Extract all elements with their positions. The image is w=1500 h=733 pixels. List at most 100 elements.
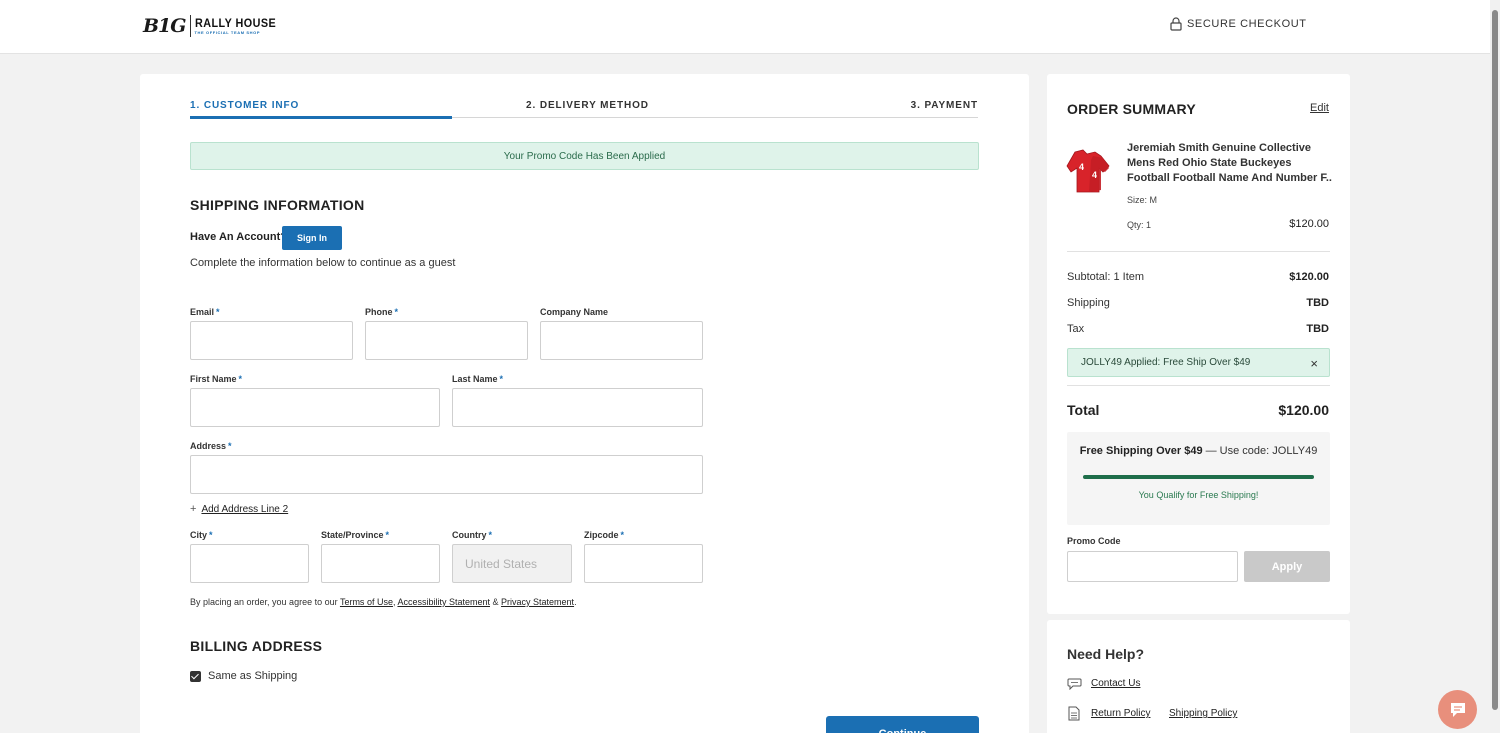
guest-instructions: Complete the information below to contin…: [190, 257, 456, 269]
tax-value: TBD: [1306, 323, 1329, 335]
required-mark: *: [216, 307, 220, 317]
required-mark: *: [620, 530, 625, 540]
secure-checkout: SECURE CHECKOUT: [1170, 17, 1307, 31]
order-summary-title: ORDER SUMMARY: [1067, 101, 1196, 117]
email-field[interactable]: [190, 321, 353, 360]
need-help-card: Need Help? Contact Us Return Policy Ship…: [1047, 620, 1350, 733]
country-label-text: Country: [452, 530, 487, 540]
free-shipping-qualify-text: You Qualify for Free Shipping!: [1138, 490, 1259, 500]
terms-end: .: [574, 597, 577, 607]
b1g-logo-mark: B1G: [143, 15, 187, 37]
address-field[interactable]: [190, 455, 703, 494]
product-size: Size: M: [1127, 195, 1158, 205]
coupon-text: JOLLY49 Applied: Free Ship Over $49: [1081, 357, 1251, 368]
promo-applied-banner: Your Promo Code Has Been Applied: [190, 142, 979, 170]
step-delivery-method[interactable]: 2. DELIVERY METHOD: [526, 100, 649, 111]
required-mark: *: [385, 530, 390, 540]
same-as-shipping-option[interactable]: Same as Shipping: [190, 670, 297, 682]
shipping-policy-link[interactable]: Shipping Policy: [1169, 708, 1237, 719]
scrollbar[interactable]: [1490, 0, 1500, 733]
city-label-text: City: [190, 530, 208, 540]
rally-house-logo[interactable]: B1G RALLY HOUSE THE OFFICIAL TEAM SHOP: [143, 14, 285, 38]
state-field[interactable]: [321, 544, 440, 583]
scrollbar-thumb[interactable]: [1492, 10, 1498, 710]
checkout-form-card: 1. CUSTOMER INFO 2. DELIVERY METHOD 3. P…: [140, 74, 1029, 733]
company-label: Company Name: [540, 307, 608, 317]
chat-icon: [1450, 702, 1465, 717]
add-address-line-2[interactable]: + Add Address Line 2: [190, 503, 288, 515]
jersey-number: 4: [1079, 162, 1084, 172]
zipcode-label-text: Zipcode: [584, 530, 619, 540]
summary-divider: [1067, 385, 1330, 386]
contact-us-link[interactable]: Contact Us: [1091, 678, 1140, 689]
total-label: Total: [1067, 402, 1100, 418]
logo-text: RALLY HOUSE THE OFFICIAL TEAM SHOP: [195, 17, 285, 35]
applied-coupon: JOLLY49 Applied: Free Ship Over $49 ×: [1067, 348, 1330, 377]
shipping-info-title: SHIPPING INFORMATION: [190, 197, 365, 213]
country-field: United States: [452, 544, 572, 583]
edit-cart-link[interactable]: Edit: [1310, 102, 1329, 114]
apply-promo-button[interactable]: Apply: [1244, 551, 1330, 582]
promo-code-label: Promo Code: [1067, 536, 1121, 546]
company-label-text: Company Name: [540, 307, 609, 317]
country-label: Country *: [452, 530, 492, 540]
required-mark: *: [499, 374, 504, 384]
free-shipping-progress-box: Free Shipping Over $49 — Use code: JOLLY…: [1067, 432, 1330, 525]
secure-checkout-label: SECURE CHECKOUT: [1187, 18, 1307, 30]
free-shipping-bold: Free Shipping Over $49: [1079, 445, 1203, 457]
return-policy-link[interactable]: Return Policy: [1091, 708, 1150, 719]
required-mark: *: [238, 374, 243, 384]
same-as-shipping-checkbox[interactable]: [190, 670, 201, 682]
jersey-number-back: 4: [1092, 170, 1097, 180]
have-account-label: Have An Account?: [190, 231, 287, 243]
required-mark: *: [394, 307, 399, 317]
continue-button[interactable]: Continue: [826, 716, 979, 733]
document-icon: [1068, 706, 1080, 721]
privacy-statement-link[interactable]: Privacy Statement: [501, 597, 574, 607]
phone-label-text: Phone: [365, 307, 393, 317]
need-help-title: Need Help?: [1067, 646, 1145, 662]
city-field[interactable]: [190, 544, 309, 583]
promo-code-input[interactable]: [1067, 551, 1238, 582]
required-mark: *: [228, 441, 232, 451]
company-field[interactable]: [540, 321, 703, 360]
address-label: Address *: [190, 441, 232, 451]
sign-in-button[interactable]: Sign In: [282, 226, 342, 250]
lock-icon: [1170, 17, 1182, 31]
tax-label: Tax: [1067, 323, 1085, 335]
phone-field[interactable]: [365, 321, 528, 360]
product-name[interactable]: Jeremiah Smith Genuine Collective Mens R…: [1127, 141, 1332, 186]
logo-subtitle: THE OFFICIAL TEAM SHOP: [194, 30, 261, 35]
free-shipping-code: — Use code: JOLLY49: [1202, 445, 1318, 457]
email-label-text: Email: [190, 307, 215, 317]
step-customer-info[interactable]: 1. CUSTOMER INFO: [190, 100, 299, 111]
address-label-text: Address: [190, 441, 227, 451]
last-name-field[interactable]: [452, 388, 703, 427]
free-shipping-headline: Free Shipping Over $49 — Use code: JOLLY…: [1067, 445, 1330, 457]
summary-divider: [1067, 251, 1330, 252]
first-name-field[interactable]: [190, 388, 440, 427]
required-mark: *: [488, 530, 493, 540]
product-qty: Qty: 1: [1127, 220, 1152, 230]
product-jersey-image[interactable]: 4 4: [1065, 148, 1113, 194]
city-label: City *: [190, 530, 213, 540]
terms-of-use-link[interactable]: Terms of Use: [340, 597, 393, 607]
total-value: $120.00: [1278, 402, 1329, 418]
subtotal-label: Subtotal: 1 Item: [1067, 271, 1145, 283]
first-name-label: First Name *: [190, 374, 242, 384]
zipcode-field[interactable]: [584, 544, 703, 583]
remove-coupon-icon[interactable]: ×: [1310, 356, 1318, 371]
state-label-text: State/Province: [321, 530, 384, 540]
accessibility-statement-link[interactable]: Accessibility Statement: [397, 597, 490, 607]
logo-brand: RALLY HOUSE: [194, 16, 276, 30]
terms-notice: By placing an order, you agree to our Te…: [190, 597, 577, 607]
product-price: $120.00: [1289, 218, 1329, 230]
active-step-indicator: [190, 116, 452, 119]
required-mark: *: [209, 530, 213, 540]
subtotal-value: $120.00: [1289, 271, 1329, 283]
chat-widget-button[interactable]: [1438, 690, 1477, 729]
order-summary-card: ORDER SUMMARY Edit 4 4 Jeremiah Smith Ge…: [1047, 74, 1350, 614]
chat-bubble-icon: [1067, 678, 1082, 690]
step-payment[interactable]: 3. PAYMENT: [911, 100, 978, 111]
add-address-line-2-link[interactable]: Add Address Line 2: [201, 504, 288, 515]
